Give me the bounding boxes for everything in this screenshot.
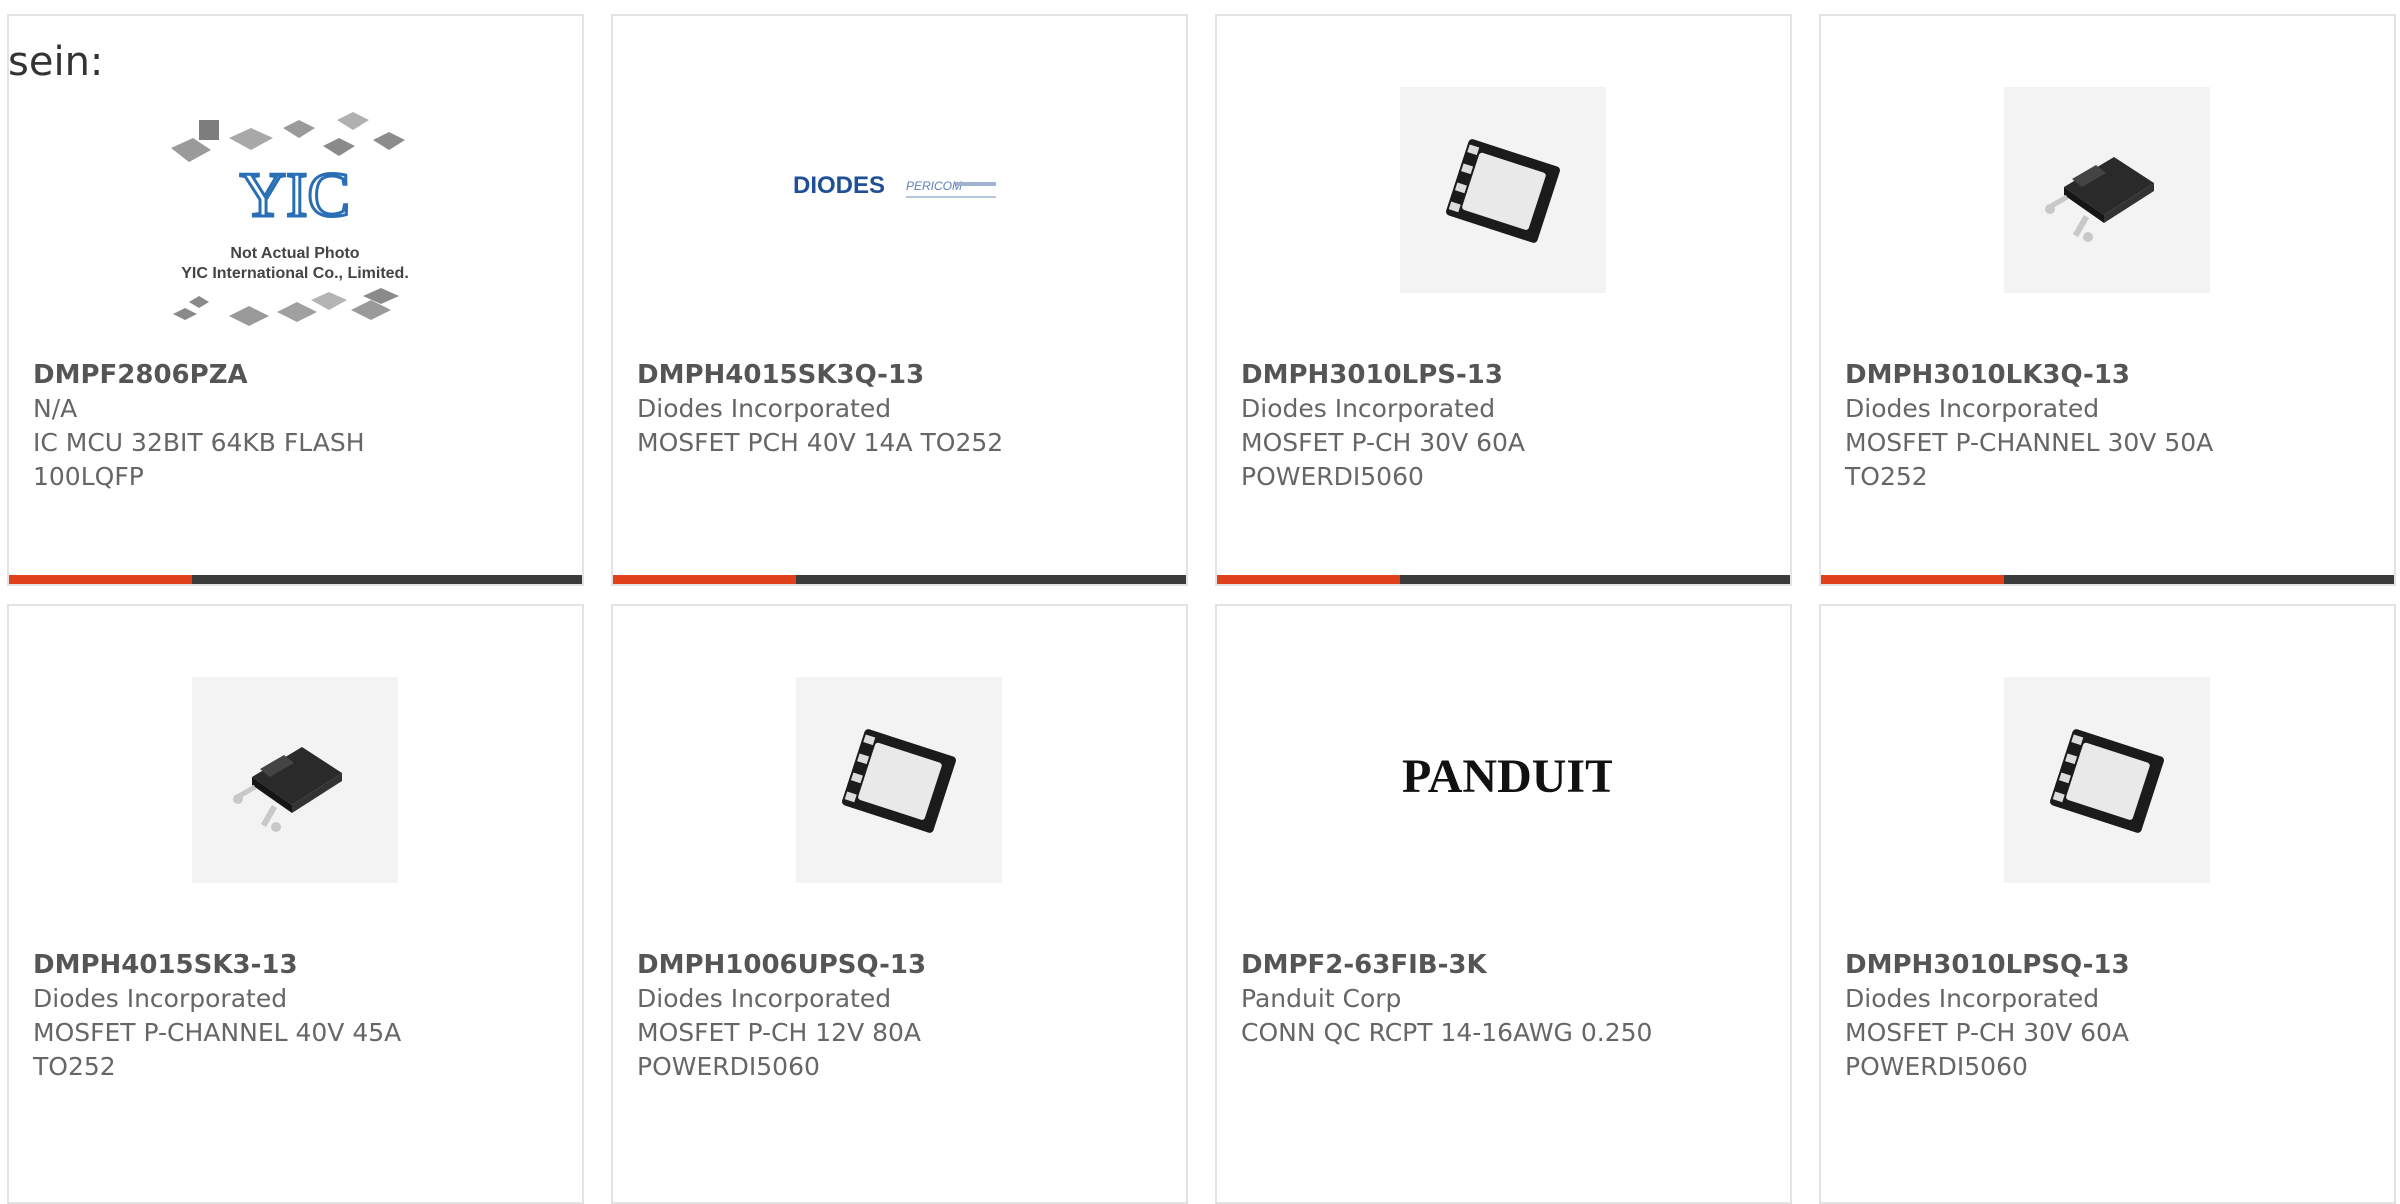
powerdi-package-icon [1446,139,1560,243]
product-image[interactable] [2004,87,2210,293]
part-number[interactable]: DMPH3010LK3Q-13 [1845,358,2374,392]
card-progress-bar [1217,575,1790,584]
product-card[interactable]: DMPH3010LPS-13 Diodes Incorporated MOSFE… [1215,14,1792,586]
svg-text:YIC: YIC [240,159,350,230]
manufacturer: Diodes Incorporated [33,984,288,1013]
manufacturer: Diodes Incorporated [637,394,892,423]
manufacturer: Diodes Incorporated [1845,984,2100,1013]
diodes-logo-icon: DIODES PERICOM [793,172,996,199]
product-card[interactable]: DMPH3010LK3Q-13 Diodes Incorporated MOSF… [1819,14,2396,586]
intro-text: sein: [8,39,104,85]
description: MOSFET P-CHANNEL 30V 50A TO252 [1845,428,2214,491]
product-card[interactable]: PANDUIT DMPF2-63FIB-3K Panduit Corp CONN… [1215,604,1792,1204]
svg-text:YIC International Co., Limited: YIC International Co., Limited. [181,265,409,282]
placeholder-collage-icon: YIC Not Actual Photo YIC International C… [171,112,409,326]
product-image[interactable] [2004,677,2210,883]
description: MOSFET P-CHANNEL 40V 45A TO252 [33,1018,402,1081]
svg-text:PANDUIT: PANDUIT [1402,750,1612,803]
product-card[interactable]: DMPH4015SK3-13 Diodes Incorporated MOSFE… [7,604,584,1204]
product-image[interactable] [796,677,1002,883]
part-number[interactable]: DMPH1006UPSQ-13 [637,948,1166,982]
product-image[interactable]: YIC Not Actual Photo YIC International C… [159,106,431,338]
card-progress-bar [1821,575,2394,584]
to252-package-icon [2045,157,2154,242]
to252-package-icon [233,747,342,832]
description: MOSFET P-CH 12V 80A POWERDI5060 [637,1018,922,1081]
product-image[interactable] [192,677,398,883]
manufacturer: Panduit Corp [1241,984,1402,1013]
part-number[interactable]: DMPF2806PZA [33,358,562,392]
part-number[interactable]: DMPH3010LPSQ-13 [1845,948,2374,982]
product-card[interactable]: DMPH3010LPSQ-13 Diodes Incorporated MOSF… [1819,604,2396,1204]
description: IC MCU 32BIT 64KB FLASH 100LQFP [33,428,365,491]
part-number[interactable]: DMPH3010LPS-13 [1241,358,1770,392]
svg-text:DIODES: DIODES [793,172,885,199]
part-number[interactable]: DMPH4015SK3Q-13 [637,358,1166,392]
card-progress-fill [613,575,797,584]
product-image[interactable]: PANDUIT [1402,746,1612,806]
card-progress-fill [9,575,193,584]
product-card[interactable]: DMPH1006UPSQ-13 Diodes Incorporated MOSF… [611,604,1188,1204]
panduit-logo-icon: PANDUIT [1402,750,1612,803]
description: CONN QC RCPT 14-16AWG 0.250 [1241,1018,1653,1047]
product-image[interactable] [1400,87,1606,293]
description: MOSFET PCH 40V 14A TO252 [637,428,1004,457]
description: MOSFET P-CH 30V 60A POWERDI5060 [1845,1018,2130,1081]
card-progress-fill [1821,575,2005,584]
powerdi-package-icon [2050,729,2164,833]
part-number[interactable]: DMPF2-63FIB-3K [1241,948,1770,982]
svg-text:Not Actual Photo: Not Actual Photo [230,245,359,262]
manufacturer: N/A [33,394,78,423]
svg-text:PERICOM: PERICOM [906,179,962,193]
part-number[interactable]: DMPH4015SK3-13 [33,948,562,982]
card-progress-bar [9,575,582,584]
powerdi-package-icon [842,729,956,833]
card-progress-fill [1217,575,1401,584]
manufacturer: Diodes Incorporated [1845,394,2100,423]
card-progress-bar [613,575,1186,584]
product-image[interactable]: DIODES PERICOM [793,166,1003,206]
manufacturer: Diodes Incorporated [1241,394,1496,423]
product-card[interactable]: YIC Not Actual Photo YIC International C… [7,14,584,586]
manufacturer: Diodes Incorporated [637,984,892,1013]
product-card[interactable]: DIODES PERICOM DMPH4015SK3Q-13 Diodes In… [611,14,1188,586]
description: MOSFET P-CH 30V 60A POWERDI5060 [1241,428,1526,491]
